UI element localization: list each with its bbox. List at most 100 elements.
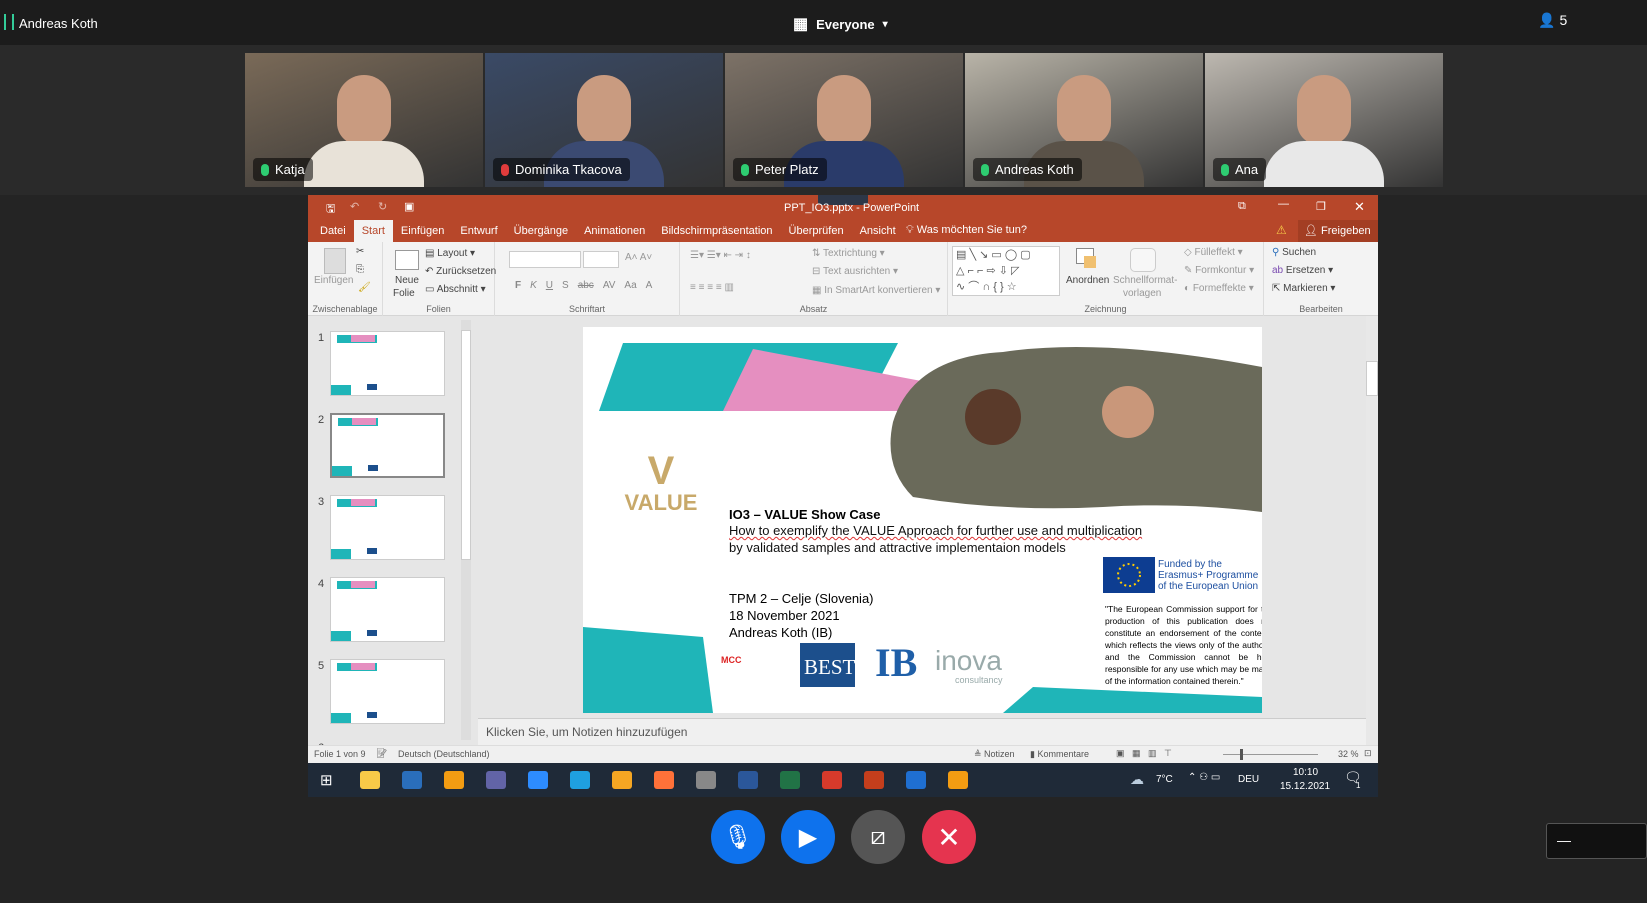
ribbon-tab[interactable]: Überprüfen bbox=[781, 220, 852, 242]
smartart-button[interactable]: ▦ In SmartArt konvertieren ▾ bbox=[812, 285, 940, 296]
snowflake-app-2-taskbar-icon[interactable] bbox=[948, 771, 968, 789]
slide-thumbnail[interactable] bbox=[330, 331, 445, 396]
reset-button[interactable]: ↶ Zurücksetzen bbox=[425, 266, 496, 277]
section-button[interactable]: ▭ Abschnitt ▾ bbox=[425, 284, 486, 295]
tray-icons[interactable]: ⌃ ⚇ ▭ bbox=[1188, 772, 1220, 783]
find-button[interactable]: ⚲ Suchen bbox=[1272, 247, 1316, 258]
font-grow-icon[interactable]: A˄ A˅ bbox=[625, 252, 652, 263]
shadow-button[interactable]: S bbox=[562, 280, 569, 291]
fill-button[interactable]: ◇ Fülleffekt ▾ bbox=[1184, 247, 1243, 258]
video-tile[interactable]: Andreas Koth bbox=[965, 53, 1203, 187]
thumbnails-scrollbar[interactable] bbox=[461, 320, 471, 740]
media-player-taskbar-icon[interactable] bbox=[612, 771, 632, 789]
snowflake-app-taskbar-icon[interactable] bbox=[444, 771, 464, 789]
align-text-button[interactable]: ⊟ Text ausrichten ▾ bbox=[812, 266, 898, 277]
microphone-button[interactable]: 🎙︎ bbox=[711, 810, 765, 864]
undo-icon[interactable]: ↶ bbox=[350, 200, 359, 213]
input-language[interactable]: DEU bbox=[1238, 774, 1259, 785]
quick-styles-label[interactable]: vorlagen bbox=[1123, 288, 1161, 299]
text-direction-button[interactable]: ⇅ Textrichtung ▾ bbox=[812, 248, 885, 259]
font-color-button[interactable]: A bbox=[646, 280, 653, 291]
notes-button[interactable]: ≜ Notizen bbox=[974, 749, 1015, 760]
select-button[interactable]: ⇱ Markieren ▾ bbox=[1272, 283, 1335, 294]
fit-slide-icon[interactable]: ⊡ bbox=[1364, 748, 1372, 759]
ribbon-tab[interactable]: Übergänge bbox=[506, 220, 576, 242]
camera-button[interactable]: ▶︎ bbox=[781, 810, 835, 864]
leave-call-button[interactable]: ✕ bbox=[922, 810, 976, 864]
video-tile[interactable]: Peter Platz bbox=[725, 53, 963, 187]
video-tile[interactable]: Dominika Tkacova bbox=[485, 53, 723, 187]
powerpoint-taskbar-icon[interactable] bbox=[864, 771, 884, 789]
close-button[interactable]: ✕ bbox=[1354, 199, 1365, 215]
copy-icon[interactable]: ⎘ bbox=[356, 264, 364, 275]
zoom-level[interactable]: 32 % bbox=[1338, 749, 1359, 759]
cut-icon[interactable]: ✂ bbox=[356, 246, 364, 257]
notes-pane[interactable]: Klicken Sie, um Notizen hinzuzufügen bbox=[478, 718, 1366, 745]
new-slide-label[interactable]: Folie bbox=[393, 288, 415, 299]
comments-button[interactable]: ▮ Kommentare bbox=[1030, 749, 1089, 760]
slide-thumbnail[interactable] bbox=[330, 495, 445, 560]
presentation-icon[interactable]: ▣ bbox=[404, 200, 414, 213]
share-screen-button[interactable]: ⧄ bbox=[851, 810, 905, 864]
save-icon[interactable]: 🖫 bbox=[326, 200, 335, 219]
font-size-input[interactable] bbox=[583, 251, 619, 268]
slide-thumbnail[interactable] bbox=[330, 413, 445, 478]
new-slide-button[interactable]: Neue bbox=[395, 275, 419, 286]
align-icons[interactable]: ≡ ≡ ≡ ≡ ▥ bbox=[690, 282, 734, 293]
share-button[interactable]: 👤︎ Freigeben bbox=[1298, 220, 1378, 242]
slide-scrollbar[interactable] bbox=[1366, 316, 1378, 745]
arrange-button[interactable]: Anordnen bbox=[1066, 275, 1109, 286]
case-button[interactable]: Aa bbox=[624, 280, 636, 291]
word-taskbar-icon[interactable] bbox=[738, 771, 758, 789]
tell-me-box[interactable]: 💡︎ Was möchten Sie tun? bbox=[906, 224, 1027, 237]
spellcheck-icon[interactable]: 📝︎ bbox=[376, 748, 387, 759]
list-icons[interactable]: ☰▾ ☰▾ ⇤ ⇥ ↕ bbox=[690, 250, 751, 261]
font-name-input[interactable] bbox=[509, 251, 581, 268]
file-explorer-taskbar-icon[interactable] bbox=[360, 771, 380, 789]
more-menu-button[interactable]: — bbox=[1546, 823, 1647, 859]
video-tile[interactable]: Ana bbox=[1205, 53, 1443, 187]
firefox-taskbar-icon[interactable] bbox=[654, 771, 674, 789]
quick-styles-button[interactable]: Schnellformat- bbox=[1113, 275, 1177, 286]
mail-taskbar-icon[interactable] bbox=[696, 771, 716, 789]
language-status[interactable]: Deutsch (Deutschland) bbox=[398, 749, 490, 759]
replace-button[interactable]: ab Ersetzen ▾ bbox=[1272, 265, 1333, 276]
clock-time[interactable]: 10:10 bbox=[1293, 767, 1318, 778]
weather-temp[interactable]: 7°C bbox=[1156, 774, 1173, 785]
spacing-button[interactable]: AV bbox=[603, 280, 616, 291]
zoom-slider-thumb[interactable] bbox=[1240, 749, 1243, 760]
view-selector[interactable]: ▦ Everyone ▾ bbox=[793, 14, 888, 34]
restore-button[interactable]: ❐ bbox=[1316, 200, 1326, 213]
ribbon-tab[interactable]: Start bbox=[353, 220, 393, 242]
excel-taskbar-icon[interactable] bbox=[780, 771, 800, 789]
view-buttons[interactable]: ▣ ▦ ▥ ⊤ bbox=[1116, 748, 1172, 759]
strikethrough-button[interactable]: abc bbox=[578, 280, 594, 291]
video-tile[interactable]: Katja bbox=[245, 53, 483, 187]
participants-button[interactable]: 👤 5 bbox=[1538, 12, 1567, 29]
effects-button[interactable]: ◐ Formeffekte ▾ bbox=[1184, 283, 1254, 294]
ribbon-tab[interactable]: Bildschirmpräsentation bbox=[653, 220, 780, 242]
ribbon-display-icon[interactable]: ⧉ bbox=[1238, 200, 1246, 213]
windows-start-icon[interactable]: ⊞ bbox=[320, 771, 333, 789]
zoom-taskbar-icon[interactable] bbox=[528, 771, 548, 789]
outline-button[interactable]: ✎ Formkontur ▾ bbox=[1184, 265, 1254, 276]
minimize-button[interactable]: — bbox=[1278, 198, 1289, 210]
slide-thumbnail[interactable] bbox=[330, 577, 445, 642]
teams-taskbar-icon[interactable] bbox=[486, 771, 506, 789]
bold-button[interactable]: F bbox=[515, 280, 521, 291]
layout-button[interactable]: ▤ Layout ▾ bbox=[425, 248, 475, 259]
slide-canvas[interactable]: V VALUE IO3 – VALUE Show Case How to exe… bbox=[583, 327, 1262, 713]
clock-date[interactable]: 15.12.2021 bbox=[1280, 781, 1330, 792]
window-taskbar-icon[interactable] bbox=[906, 771, 926, 789]
slide-thumbnail[interactable] bbox=[330, 659, 445, 724]
app-taskbar-icon[interactable] bbox=[402, 771, 422, 789]
weather-icon[interactable]: ☁ bbox=[1130, 771, 1144, 788]
shapes-gallery[interactable]: ▤ ╲ ↘ ▭ ◯ ▢ △ ⌐ ⌐ ⇨ ⇩ ◸ ∿ ⌒ ∩ { } ☆ bbox=[952, 246, 1060, 296]
zoom-slider[interactable] bbox=[1223, 754, 1318, 755]
redo-icon[interactable]: ↻ bbox=[378, 200, 387, 213]
ribbon-tab[interactable]: Einfügen bbox=[393, 220, 452, 242]
italic-button[interactable]: K bbox=[530, 280, 537, 291]
edge-taskbar-icon[interactable] bbox=[570, 771, 590, 789]
format-painter-icon[interactable]: 🖌︎ bbox=[358, 282, 371, 293]
ribbon-tab[interactable]: Datei bbox=[308, 220, 354, 242]
